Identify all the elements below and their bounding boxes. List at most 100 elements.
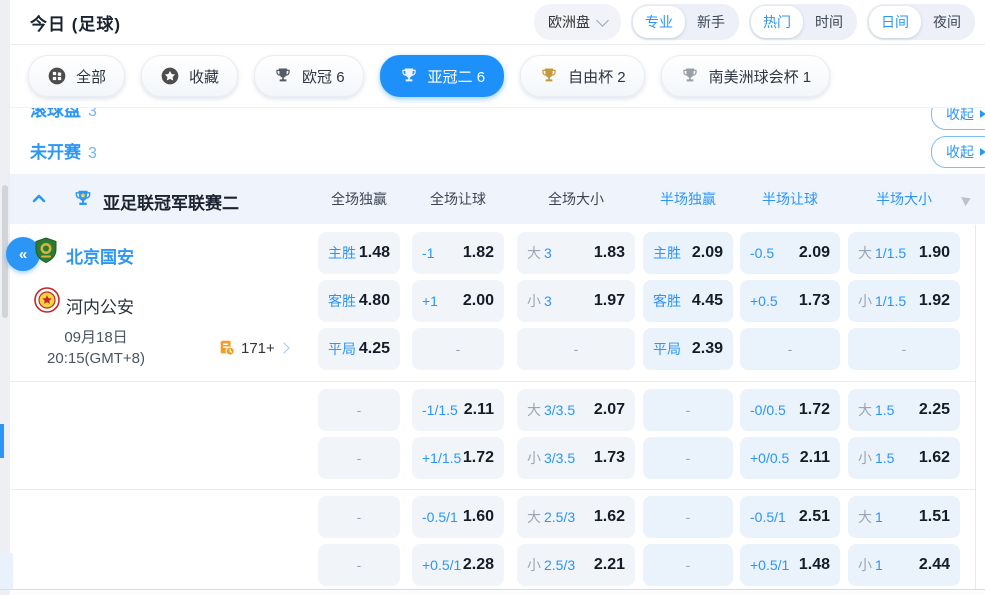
odds-line-label: +0.5/1 bbox=[750, 557, 789, 573]
odds-cell-empty: - bbox=[412, 328, 504, 370]
tab-all[interactable]: 全部 bbox=[28, 55, 125, 97]
odds-cell[interactable]: 大31.83 bbox=[517, 232, 635, 274]
odds-cell[interactable]: 平局2.39 bbox=[643, 328, 733, 370]
odds-cell-empty: - bbox=[643, 544, 733, 586]
left-bottom-strip bbox=[0, 553, 13, 589]
odds-value: 2.07 bbox=[594, 401, 625, 419]
odds-line-label: 客胜 bbox=[653, 291, 681, 311]
column-header-ft-overunder[interactable]: 全场大小 bbox=[517, 174, 635, 224]
odds-value: 1.97 bbox=[594, 292, 625, 310]
odds-empty-dash: - bbox=[574, 341, 579, 357]
odds-cell[interactable]: 主胜1.48 bbox=[318, 232, 400, 274]
odds-cell[interactable]: 客胜4.80 bbox=[318, 280, 400, 322]
more-markets-link[interactable]: 171+ bbox=[218, 339, 288, 357]
odds-cell[interactable]: 大11.51 bbox=[848, 496, 960, 538]
odds-cell[interactable]: 客胜4.45 bbox=[643, 280, 733, 322]
tab-label: 亚冠二 6 bbox=[428, 66, 486, 87]
odds-value: 1.90 bbox=[919, 244, 950, 262]
tab-favorites[interactable]: 收藏 bbox=[141, 55, 238, 97]
odds-cell-empty: - bbox=[318, 437, 400, 479]
away-team-name[interactable]: 河内公安 bbox=[66, 293, 134, 318]
odds-cell[interactable]: 小1/1.51.92 bbox=[848, 280, 960, 322]
column-header-ht-overunder[interactable]: 半场大小 bbox=[848, 174, 960, 224]
odds-cell[interactable]: 平局4.25 bbox=[318, 328, 400, 370]
odds-value: 1.92 bbox=[919, 292, 950, 310]
tab-ucl[interactable]: 欧冠 6 bbox=[254, 55, 364, 97]
home-team-name[interactable]: 北京国安 bbox=[66, 243, 134, 268]
odds-cell[interactable]: +1/1.51.72 bbox=[412, 437, 504, 479]
odds-cell[interactable]: -0.5/11.60 bbox=[412, 496, 504, 538]
odds-cell[interactable]: 小3/3.51.73 bbox=[517, 437, 635, 479]
tab-label: 全部 bbox=[76, 66, 106, 87]
odds-line-label: -0.5/1 bbox=[422, 509, 458, 525]
odds-value: 1.48 bbox=[359, 244, 390, 262]
odds-value: 2.21 bbox=[594, 556, 625, 574]
odds-cell-empty: - bbox=[643, 389, 733, 431]
odds-cell[interactable]: 小1.51.62 bbox=[848, 437, 960, 479]
odds-cell[interactable]: 小12.44 bbox=[848, 544, 960, 586]
column-header-ft-1x2[interactable]: 全场独赢 bbox=[318, 174, 400, 224]
tab-sudamericana[interactable]: 南美洲球会杯 1 bbox=[661, 55, 831, 97]
trophy-icon bbox=[399, 66, 419, 86]
grid-icon bbox=[47, 66, 67, 86]
mode-toggle: 专业 新手 bbox=[631, 4, 739, 40]
collapse-arrow-icon bbox=[980, 110, 985, 118]
tab-acl-two[interactable]: 亚冠二 6 bbox=[380, 55, 505, 97]
match-datetime: 09月18日 20:15(GMT+8) bbox=[28, 327, 164, 369]
sort-time-option[interactable]: 时间 bbox=[803, 6, 855, 38]
collapse-league-chevron[interactable] bbox=[30, 190, 48, 213]
odds-cell[interactable]: 小31.97 bbox=[517, 280, 635, 322]
column-header-ht-1x2[interactable]: 半场独赢 bbox=[643, 174, 733, 224]
odds-side-label: 小 bbox=[858, 555, 872, 575]
odds-cell-empty: - bbox=[848, 328, 960, 370]
league-name: 亚足联冠军联赛二 bbox=[103, 189, 239, 214]
left-blue-indicator bbox=[0, 424, 4, 458]
odds-side-label: 大 bbox=[858, 400, 872, 420]
tab-libertadores[interactable]: 自由杯 2 bbox=[520, 55, 645, 97]
odds-value: 2.11 bbox=[464, 401, 494, 419]
column-header-ft-handicap[interactable]: 全场让球 bbox=[412, 174, 504, 224]
sort-hot-option[interactable]: 热门 bbox=[751, 6, 803, 38]
sort-toggle: 热门 时间 bbox=[749, 4, 857, 40]
match-date: 09月18日 bbox=[28, 327, 164, 348]
odds-cell[interactable]: 大1.52.25 bbox=[848, 389, 960, 431]
odds-value: 2.28 bbox=[463, 556, 494, 574]
odds-side-label: 大 bbox=[527, 400, 541, 420]
mode-novice-option[interactable]: 新手 bbox=[685, 6, 737, 38]
odds-cell[interactable]: +0.5/12.28 bbox=[412, 544, 504, 586]
collapse-button-top[interactable]: 收起 bbox=[931, 108, 985, 130]
odds-cell[interactable]: +0.5/11.48 bbox=[740, 544, 840, 586]
trophy-icon bbox=[273, 66, 293, 86]
mode-pro-option[interactable]: 专业 bbox=[633, 6, 685, 38]
odds-cell-empty: - bbox=[643, 437, 733, 479]
odds-cell[interactable]: 大3/3.52.07 bbox=[517, 389, 635, 431]
column-divider bbox=[975, 225, 976, 589]
theme-night-option[interactable]: 夜间 bbox=[921, 6, 973, 38]
market-type-select[interactable]: 欧洲盘 bbox=[534, 4, 621, 40]
odds-cell[interactable]: -0.52.09 bbox=[740, 232, 840, 274]
theme-toggle: 日间 夜间 bbox=[867, 4, 975, 40]
odds-cell[interactable]: +0.51.73 bbox=[740, 280, 840, 322]
odds-empty-dash: - bbox=[686, 557, 691, 573]
odds-cell[interactable]: 主胜2.09 bbox=[643, 232, 733, 274]
odds-line-label: 1 bbox=[875, 557, 883, 573]
collapse-button[interactable]: 收起 bbox=[931, 136, 985, 168]
odds-cell[interactable]: -0.5/12.51 bbox=[740, 496, 840, 538]
odds-cell[interactable]: 小2.5/32.21 bbox=[517, 544, 635, 586]
league-tab-bar: 全部 收藏 欧冠 6 亚冠二 6 自由杯 2 南美洲球会杯 1 bbox=[10, 45, 985, 108]
odds-value: 4.25 bbox=[359, 340, 390, 358]
collapse-arrow-icon bbox=[980, 148, 985, 156]
odds-cell[interactable]: +0/0.52.11 bbox=[740, 437, 840, 479]
column-header-ht-handicap[interactable]: 半场让球 bbox=[740, 174, 840, 224]
match-time: 20:15(GMT+8) bbox=[28, 348, 164, 369]
odds-cell[interactable]: 大2.5/31.62 bbox=[517, 496, 635, 538]
odds-cell[interactable]: +12.00 bbox=[412, 280, 504, 322]
theme-day-option[interactable]: 日间 bbox=[869, 6, 921, 38]
odds-cell[interactable]: -0/0.51.72 bbox=[740, 389, 840, 431]
odds-line-label: +1/1.5 bbox=[422, 450, 461, 466]
odds-cell-empty: - bbox=[318, 496, 400, 538]
odds-cell[interactable]: 大1/1.51.90 bbox=[848, 232, 960, 274]
tab-label: 收藏 bbox=[189, 66, 219, 87]
odds-cell[interactable]: -1/1.52.11 bbox=[412, 389, 504, 431]
odds-cell[interactable]: -11.82 bbox=[412, 232, 504, 274]
